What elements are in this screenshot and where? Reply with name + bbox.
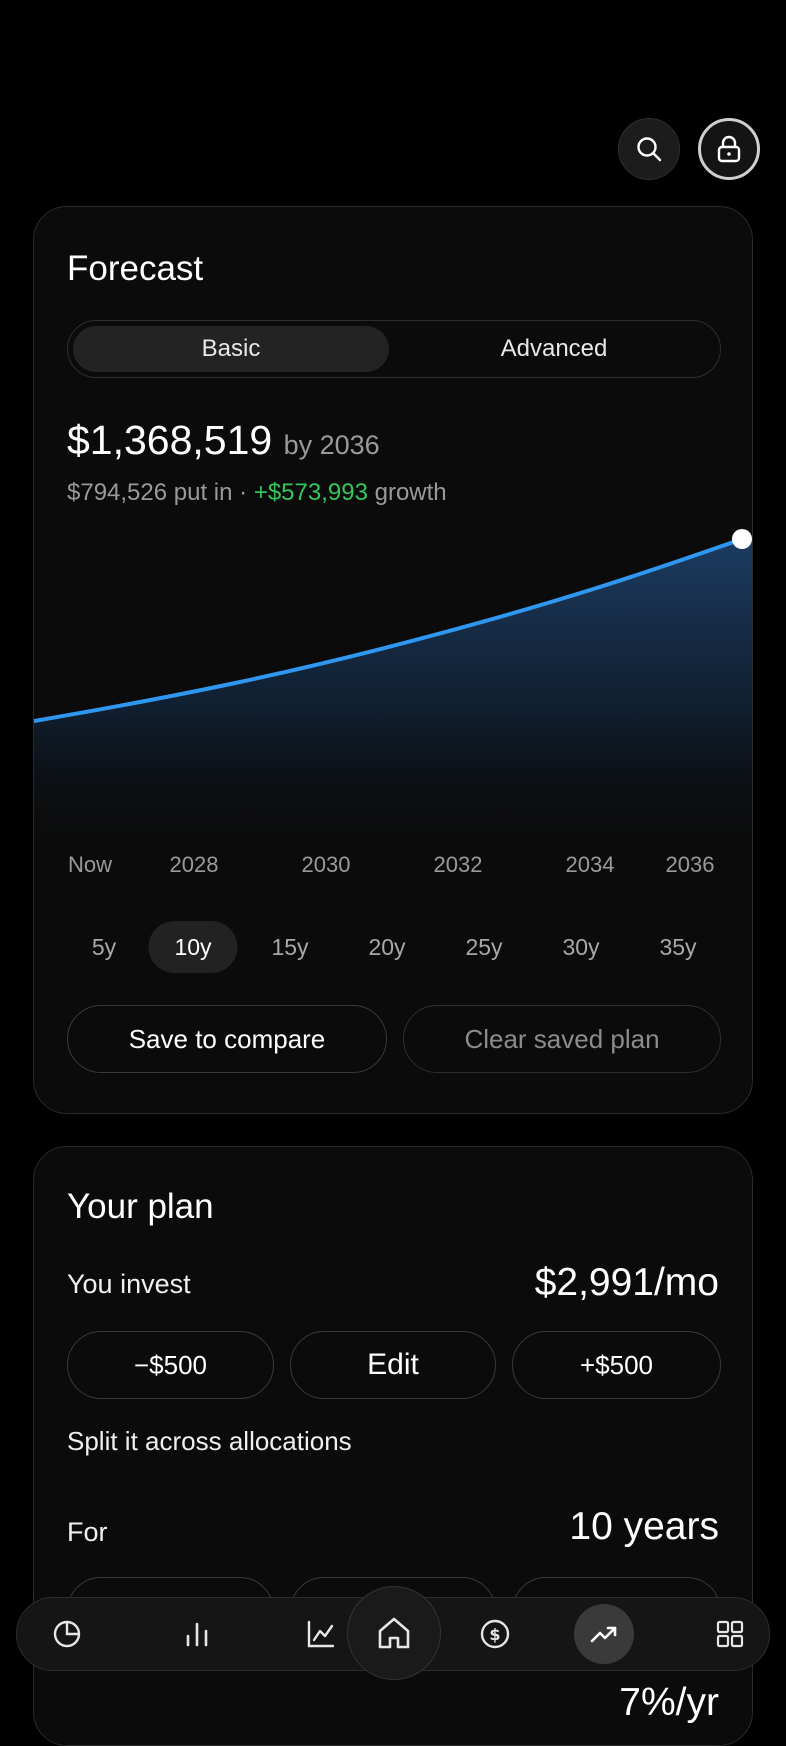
dollar-icon: $: [479, 1618, 511, 1650]
nav-more[interactable]: [700, 1598, 760, 1670]
mode-toggle: Basic Advanced: [67, 320, 721, 378]
invest-value: $2,991/mo: [534, 1261, 719, 1304]
chart-endpoint[interactable]: [732, 529, 752, 549]
nav-money[interactable]: $: [465, 1598, 525, 1670]
range-15y[interactable]: 15y: [245, 921, 334, 973]
tab-advanced[interactable]: Advanced: [393, 326, 715, 372]
search-icon: [635, 135, 663, 163]
decrease-500-button[interactable]: −$500: [67, 1331, 274, 1399]
forecast-chart: [34, 529, 752, 857]
clear-saved-plan-button[interactable]: Clear saved plan: [403, 1005, 721, 1073]
growth-suffix: growth: [367, 479, 447, 506]
total-year: by 2036: [283, 430, 380, 460]
edit-button[interactable]: Edit: [290, 1331, 496, 1399]
forecast-card: Forecast Basic Advanced $1,368,519 by 20…: [33, 206, 753, 1114]
x-label-now: Now: [67, 852, 113, 877]
put-in-amount: $794,526 put in ·: [67, 479, 254, 506]
x-label-2036: 2036: [665, 852, 715, 877]
breakdown: $794,526 put in · +$573,993 growth: [67, 479, 447, 507]
range-10y[interactable]: 10y: [148, 921, 238, 973]
nav-stats[interactable]: [167, 1598, 227, 1670]
invest-label: You invest: [67, 1269, 191, 1299]
search-button[interactable]: [618, 118, 680, 180]
total-value: $1,368,519: [67, 417, 273, 463]
nav-forecast[interactable]: [574, 1604, 634, 1664]
line-chart-icon: [305, 1618, 337, 1650]
duration-value: 10 years: [569, 1505, 719, 1548]
x-label-2034: 2034: [565, 852, 615, 877]
nav-home[interactable]: [347, 1586, 441, 1680]
x-label-2028: 2028: [169, 852, 219, 877]
rate-value: 7%/yr: [619, 1681, 719, 1724]
forecast-title: Forecast: [67, 249, 204, 288]
projected-total: $1,368,519 by 2036: [67, 417, 380, 464]
increase-500-button[interactable]: +$500: [512, 1331, 721, 1399]
nav-portfolio[interactable]: [37, 1598, 97, 1670]
grid-icon: [714, 1618, 746, 1650]
pie-chart-icon: [51, 1618, 83, 1650]
x-label-2030: 2030: [301, 852, 351, 877]
range-30y[interactable]: 30y: [536, 921, 625, 973]
trending-up-icon: [588, 1618, 620, 1650]
svg-text:$: $: [489, 1625, 500, 1644]
range-25y[interactable]: 25y: [439, 921, 528, 973]
range-35y[interactable]: 35y: [633, 921, 722, 973]
bottom-nav: $: [16, 1586, 770, 1680]
lock-icon: [714, 134, 744, 164]
lock-button[interactable]: [698, 118, 760, 180]
plan-title: Your plan: [67, 1187, 214, 1226]
range-5y[interactable]: 5y: [66, 921, 142, 973]
chart-area: [34, 539, 752, 857]
save-to-compare-button[interactable]: Save to compare: [67, 1005, 387, 1073]
bar-chart-icon: [181, 1618, 213, 1650]
tab-basic[interactable]: Basic: [73, 326, 389, 372]
range-20y[interactable]: 20y: [342, 921, 431, 973]
split-allocations-link[interactable]: Split it across allocations: [67, 1426, 352, 1457]
x-label-2032: 2032: [433, 852, 483, 877]
duration-label: For: [67, 1517, 108, 1547]
nav-performance[interactable]: [291, 1598, 351, 1670]
growth-amount: +$573,993: [253, 479, 368, 506]
home-icon: [375, 1614, 413, 1652]
